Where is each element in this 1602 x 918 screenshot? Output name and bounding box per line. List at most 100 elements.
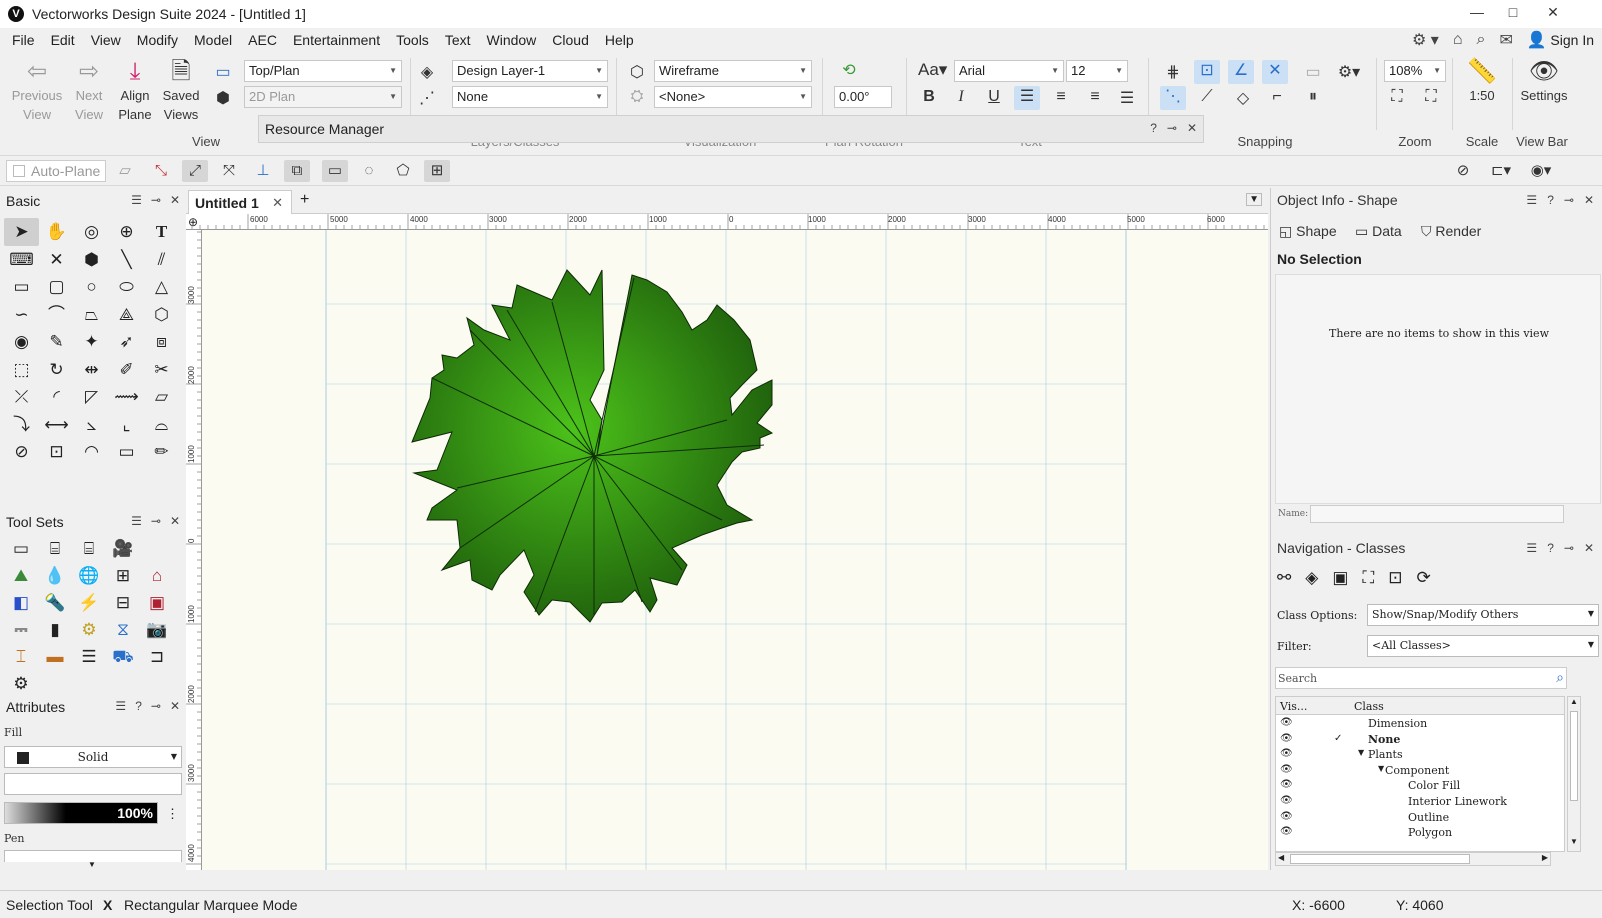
help-icon[interactable]: ? (135, 699, 142, 713)
fasteners-icon[interactable]: ⚙ (72, 616, 106, 643)
class-search-field[interactable]: Search ⌕ (1275, 667, 1567, 689)
scroll-down-icon[interactable]: ▼ (88, 860, 96, 869)
class-icon[interactable]: ⋰ (414, 88, 440, 108)
class-list-scrollbar[interactable]: ▲ ▼ (1567, 696, 1581, 852)
protractor-tool-icon[interactable]: ◠ (74, 438, 109, 466)
close-icon[interactable]: ✕ (1187, 121, 1197, 135)
trim-tool-icon[interactable]: ⤫ (4, 383, 39, 411)
snap-tangent-icon[interactable]: ⟋ (1194, 88, 1220, 106)
locus-tool-icon[interactable]: ✕ (39, 246, 74, 274)
vehicle-icon[interactable]: ⛟ (106, 643, 140, 670)
filter-dropdown[interactable]: <All Classes> ▼ (1367, 635, 1599, 657)
visibility-eye-icon[interactable]: 👁 (1280, 733, 1293, 744)
scale-button[interactable]: 📏 1:50 (1454, 58, 1510, 105)
polygon-marquee-icon[interactable]: ⬠ (390, 160, 416, 182)
tab-render[interactable]: ⛉ Render (1421, 223, 1481, 240)
spiral-tool-icon[interactable]: ◉ (4, 328, 39, 356)
snap-intersection-icon[interactable]: ✕ (1262, 60, 1288, 84)
class-row[interactable]: 👁 Color Fill (1276, 779, 1564, 795)
font-dropdown[interactable]: Arial ▼ (954, 60, 1064, 82)
search-icon[interactable]: ⌕ (1476, 31, 1485, 49)
add-tab-icon[interactable]: + (300, 191, 309, 209)
rectangle-tool-icon[interactable]: ▭ (4, 273, 39, 301)
snap-surface-icon[interactable]: ▭ (1300, 62, 1326, 82)
visualization-icon[interactable]: 🎥 (106, 535, 140, 562)
visibility-eye-icon[interactable]: 👁 (1280, 811, 1293, 822)
scroll-up-icon[interactable]: ▲ (1570, 697, 1578, 706)
sign-in-button[interactable]: 👤 Sign In (1527, 30, 1594, 50)
scroll-thumb[interactable] (1570, 711, 1578, 801)
close-icon[interactable]: ✕ (170, 699, 180, 713)
redline-tool-icon[interactable]: ✏ (144, 438, 179, 466)
nav-saved-views-icon[interactable]: ⊡ (1388, 568, 1402, 588)
scroll-down-icon[interactable]: ▼ (1570, 837, 1578, 846)
wireframe-icon[interactable]: ⬡ (624, 62, 650, 82)
visibility-eye-icon[interactable]: 👁 (1280, 717, 1293, 728)
menu-view[interactable]: View (83, 32, 129, 48)
offset-tool-icon[interactable]: ⟿ (109, 383, 144, 411)
class-options-dropdown[interactable]: Show/Snap/Modify Others ▼ (1367, 604, 1599, 626)
document-tab[interactable]: Untitled 1 ✕ (188, 190, 292, 214)
mirror-tool-icon[interactable]: ⇹ (74, 356, 109, 384)
scroll-right-icon[interactable]: ▶ (1542, 853, 1548, 862)
search-icon[interactable]: ⌕ (1556, 669, 1564, 686)
menu-modify[interactable]: Modify (129, 32, 186, 48)
snap-edge-icon[interactable]: ◇ (1230, 88, 1256, 108)
pin-icon[interactable]: ⊸ (1564, 541, 1574, 555)
audio-icon[interactable]: ⎓ (4, 616, 38, 643)
chamfer-tool-icon[interactable]: ◸ (74, 383, 109, 411)
freehand-tool-icon[interactable]: ∽ (4, 301, 39, 329)
minimize-button[interactable]: — (1462, 4, 1492, 20)
brush-tool-icon[interactable]: ✐ (109, 356, 144, 384)
menu-window[interactable]: Window (479, 32, 545, 48)
nav-references-icon[interactable]: ⟳ (1417, 568, 1431, 588)
disable-interactive-scaling-icon[interactable]: ⤡ (148, 160, 174, 182)
view-plane-icon[interactable]: ▭ (210, 62, 236, 82)
plan-rotation-icon[interactable]: ⟲ (836, 60, 862, 80)
layer-dropdown[interactable]: Design Layer-1 ▼ (452, 60, 608, 82)
text-tool-icon[interactable]: T (144, 218, 179, 246)
font-size-dropdown[interactable]: 12 ▼ (1066, 60, 1128, 82)
glass-icon[interactable]: ⧖ (106, 616, 140, 643)
working-plane-icon[interactable]: ▱ (112, 160, 138, 182)
menu-cloud[interactable]: Cloud (544, 32, 597, 48)
font-icon[interactable]: Aa▾ (918, 60, 947, 80)
close-icon[interactable]: ✕ (170, 193, 180, 207)
class-row[interactable]: 👁 ▼ Plants (1276, 748, 1564, 764)
circle-tool-icon[interactable]: ○ (74, 273, 109, 301)
visibility-icon[interactable]: ◉▾ (1528, 160, 1554, 182)
snap-angle2-icon[interactable]: ⌐ (1264, 88, 1290, 106)
selection-tool-icon[interactable]: ➤ (4, 218, 39, 246)
eyedropper-tool-icon[interactable]: ✎ (39, 328, 74, 356)
landscape-water-icon[interactable]: 💧 (38, 562, 72, 589)
fill-style-dropdown[interactable]: Solid ▼ (4, 746, 182, 768)
layers-icon[interactable]: ◈ (414, 62, 440, 82)
line-tool-icon[interactable]: ╲ (109, 246, 144, 274)
column-visibility-header[interactable]: Vis... (1280, 700, 1307, 713)
menu-icon[interactable]: ☰ (1526, 541, 1537, 555)
lighting-icon[interactable]: ⛭ (624, 88, 650, 106)
lighting-icon[interactable]: ◧ (4, 589, 38, 616)
nav-graph-icon[interactable]: ⚯ (1277, 568, 1291, 588)
menu-text[interactable]: Text (437, 32, 479, 48)
class-row[interactable]: 👁 Outline (1276, 811, 1564, 827)
tape-measure-tool-icon[interactable]: ▭ (109, 438, 144, 466)
zoom-dropdown[interactable]: 108% ▼ (1384, 60, 1446, 82)
gis-icon[interactable]: 🌐 (72, 562, 106, 589)
nav-layers-icon[interactable]: ◈ (1305, 568, 1318, 588)
bold-button[interactable]: B (916, 88, 942, 106)
class-row[interactable]: 👁 Dimension (1276, 717, 1564, 733)
plane-axis-icon[interactable]: ⊥ (250, 160, 276, 182)
nav-viewports-icon[interactable]: ⛶ (1362, 568, 1374, 588)
menu-icon[interactable]: ☰ (1526, 193, 1537, 207)
menu-model[interactable]: Model (186, 32, 240, 48)
render-mode-icon[interactable]: ⬢ (210, 88, 236, 108)
snap-object-icon[interactable]: ⊡ (1194, 60, 1220, 84)
column-class-header[interactable]: Class (1354, 700, 1384, 713)
fill-opacity-slider[interactable]: 100% (4, 802, 158, 824)
menu-icon[interactable]: ☰ (131, 193, 142, 207)
cable-tools-icon[interactable]: ▮ (38, 616, 72, 643)
machine-design-icon[interactable]: ⌂ (140, 562, 174, 589)
auto-plane-checkbox[interactable]: Auto-Plane (6, 160, 106, 182)
class-list-hscrollbar[interactable]: ◀ ▶ (1275, 852, 1551, 866)
